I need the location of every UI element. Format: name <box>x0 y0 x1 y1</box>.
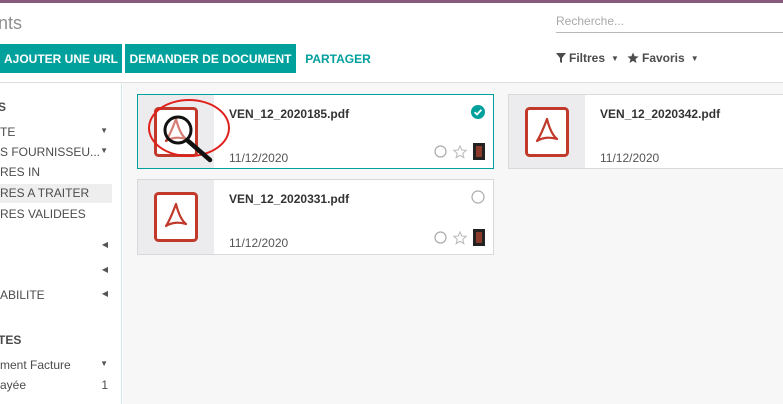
document-date: 11/12/2020 <box>229 236 289 250</box>
select-circle-icon[interactable] <box>471 190 485 209</box>
document-thumbnail[interactable] <box>138 95 214 168</box>
activity-circle-icon[interactable] <box>434 231 447 244</box>
favorites-dropdown[interactable]: Favoris ▼ <box>627 51 699 65</box>
caret-down-icon: ▼ <box>100 146 108 155</box>
document-card[interactable]: VEN_12_2020185.pdf 11/12/2020 <box>137 94 494 169</box>
sidebar-item[interactable]: ◀ <box>0 237 112 256</box>
caret-down-icon: ▼ <box>611 53 619 63</box>
sidebar-item[interactable]: RES IN <box>0 163 112 182</box>
star-icon <box>627 52 639 63</box>
filters-label: Filtres <box>569 51 606 65</box>
document-date: 11/12/2020 <box>229 151 289 165</box>
document-name[interactable]: VEN_12_2020185.pdf <box>229 107 349 121</box>
card-actions <box>434 143 485 160</box>
favorite-star-icon[interactable] <box>453 144 467 159</box>
filter-icon <box>556 53 566 63</box>
caret-down-icon: ▼ <box>690 53 699 63</box>
document-thumbnail[interactable] <box>509 95 585 168</box>
pdf-icon <box>154 192 198 242</box>
search-box[interactable] <box>556 9 783 33</box>
document-date: 11/12/2020 <box>600 151 660 165</box>
document-card[interactable]: VEN_12_2020331.pdf 11/12/2020 <box>137 179 494 255</box>
pdf-icon <box>154 106 198 157</box>
sidebar: S TE ▼ S FOURNISSEU... ▼ RES IN RES A TR… <box>0 83 122 404</box>
document-name[interactable]: VEN_12_2020342.pdf <box>600 107 720 121</box>
top-brand-bar <box>0 0 783 3</box>
filters-dropdown[interactable]: Filtres ▼ <box>556 51 619 65</box>
document-card[interactable]: VEN_12_2020342.pdf 11/12/2020 <box>508 94 783 169</box>
sidebar-item[interactable]: S FOURNISSEU... ▼ <box>0 143 112 162</box>
sidebar-item[interactable]: ment Facture ▼ <box>0 356 112 375</box>
sidebar-item[interactable]: ABILITE ◀ <box>0 286 112 305</box>
caret-left-icon: ◀ <box>101 289 108 298</box>
add-url-button[interactable]: AJOUTER UNE URL <box>0 44 122 73</box>
card-actions <box>434 229 485 246</box>
caret-down-icon: ▼ <box>100 359 108 368</box>
selected-check-icon[interactable] <box>471 105 485 124</box>
sidebar-heading-workspaces: S <box>0 100 6 114</box>
page-title: nts <box>0 13 23 33</box>
sidebar-item[interactable]: ◀ <box>0 262 112 281</box>
sidebar-item[interactable]: RES VALIDEES <box>0 205 112 224</box>
sidebar-item-active[interactable]: RES A TRAITER <box>0 184 112 203</box>
document-name[interactable]: VEN_12_2020331.pdf <box>229 192 349 206</box>
caret-left-icon: ◀ <box>101 265 108 274</box>
sidebar-heading-tags: TES <box>0 333 22 347</box>
caret-down-icon: ▼ <box>100 126 108 135</box>
activity-circle-icon[interactable] <box>434 145 447 158</box>
request-document-button[interactable]: DEMANDER DE DOCUMENT <box>125 44 296 73</box>
share-button[interactable]: PARTAGER <box>300 44 376 73</box>
search-input[interactable] <box>556 9 783 32</box>
favorites-label: Favoris <box>642 51 685 65</box>
sidebar-item[interactable]: TE ▼ <box>0 123 112 142</box>
sidebar-item[interactable]: ayée 1 <box>0 376 112 395</box>
pdf-icon <box>525 106 569 157</box>
user-avatar-icon[interactable] <box>473 229 485 246</box>
user-avatar-icon[interactable] <box>473 143 485 160</box>
item-count: 1 <box>101 378 108 392</box>
document-thumbnail[interactable] <box>138 180 214 254</box>
favorite-star-icon[interactable] <box>453 230 467 245</box>
caret-left-icon: ◀ <box>101 240 108 249</box>
